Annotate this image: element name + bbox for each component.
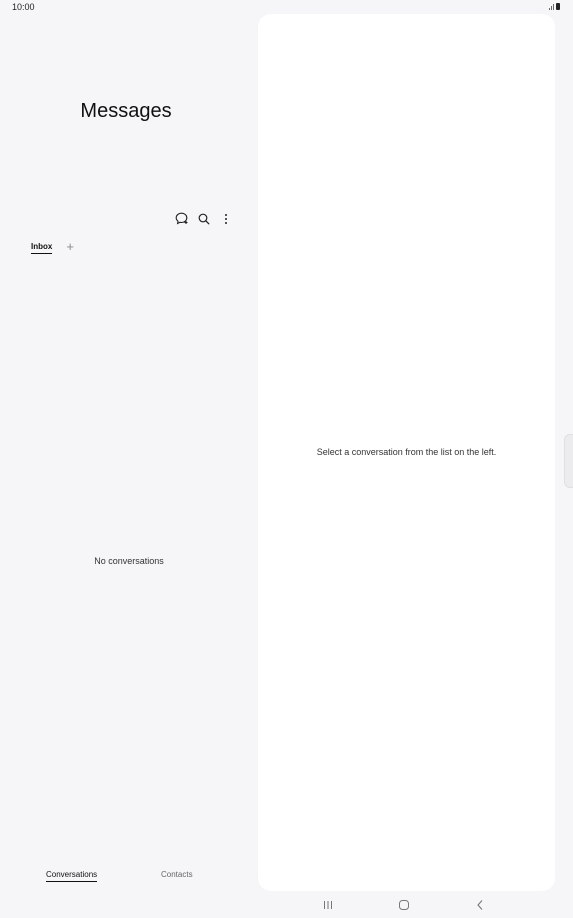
back-icon (477, 900, 483, 910)
home-button[interactable] (395, 896, 413, 914)
tab-inbox[interactable]: Inbox (31, 242, 53, 254)
status-icons (549, 3, 560, 10)
folder-tabs: Inbox + (31, 240, 74, 254)
new-message-icon (175, 212, 188, 225)
empty-state-text: No conversations (94, 556, 164, 566)
new-message-button[interactable] (174, 211, 189, 226)
select-conversation-hint: Select a conversation from the list on t… (316, 447, 497, 457)
add-tab-button[interactable]: + (66, 240, 74, 253)
status-time: 10:00 (12, 2, 35, 12)
tab-contacts[interactable]: Contacts (161, 870, 193, 879)
more-options-icon (224, 213, 227, 224)
recents-button[interactable] (319, 896, 337, 914)
search-icon (198, 213, 209, 224)
navigation-bar (0, 896, 573, 916)
edge-panel-handle[interactable] (564, 434, 573, 488)
more-options-button[interactable] (218, 211, 233, 226)
tab-conversations[interactable]: Conversations (46, 870, 98, 882)
recents-icon (324, 901, 332, 909)
toolbar (174, 211, 233, 226)
search-button[interactable] (196, 211, 211, 226)
signal-icon (549, 3, 554, 10)
conversation-list-pane: Messages Inbox + No conversations Conver… (0, 14, 258, 890)
home-icon (399, 900, 409, 910)
page-title: Messages (80, 100, 172, 122)
conversation-detail-pane: Select a conversation from the list on t… (258, 14, 555, 891)
back-button[interactable] (471, 896, 489, 914)
battery-icon (556, 3, 560, 10)
status-bar: 10:00 (0, 0, 573, 14)
